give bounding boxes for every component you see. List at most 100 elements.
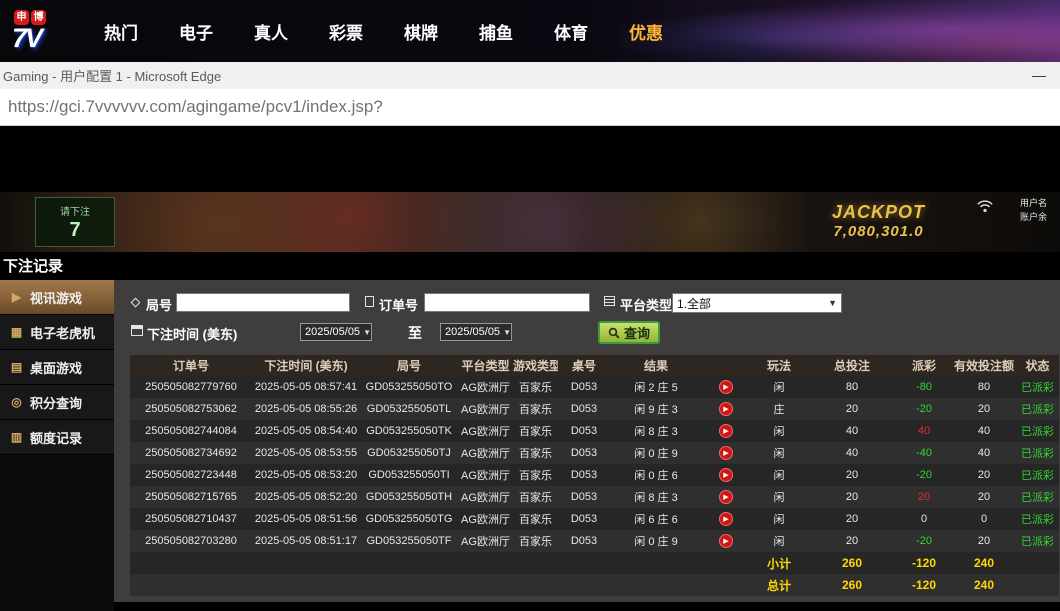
column-header: 结果 — [610, 355, 702, 376]
play-type-cell: 庄 — [750, 398, 808, 420]
nav-item-优惠[interactable]: 优惠 — [629, 19, 663, 44]
nav-item-体育[interactable]: 体育 — [554, 19, 588, 44]
payout-cell: 20 — [896, 486, 952, 508]
platform-cell: AG欧洲厅 — [458, 464, 513, 486]
records-table: 订单号下注时间 (美东)局号平台类型游戏类型桌号结果玩法总投注派彩有效投注额状态… — [130, 355, 1059, 596]
empty-cell — [610, 552, 702, 574]
bet-prompt-label: 请下注 — [36, 203, 114, 218]
date-to-select[interactable]: 2025/05/05 ▼ — [440, 323, 512, 341]
status-cell: 已派彩 — [1016, 398, 1059, 420]
bet-timer-box: 请下注 7 — [35, 197, 115, 247]
empty-cell — [1016, 574, 1059, 596]
sidebar-item-label: 桌面游戏 — [30, 358, 82, 377]
valid-bet-cell: 40 — [952, 420, 1016, 442]
platform-cell: AG欧洲厅 — [458, 530, 513, 552]
game-cell: 百家乐 — [513, 398, 558, 420]
bet-cell: 40 — [808, 442, 896, 464]
empty-cell — [360, 574, 458, 596]
nav-item-彩票[interactable]: 彩票 — [329, 19, 363, 44]
platform-label: 平台类型 — [620, 295, 672, 314]
valid-bet-cell: 20 — [952, 398, 1016, 420]
play-replay-icon[interactable]: ▶ — [719, 424, 733, 438]
status-cell: 已派彩 — [1016, 376, 1059, 398]
sidebar-item-额度记录[interactable]: ▥额度记录 — [0, 420, 114, 455]
table-no-cell: D053 — [558, 530, 610, 552]
play-replay-icon[interactable]: ▶ — [719, 446, 733, 460]
result-cell: 闲 9 庄 3 — [610, 398, 702, 420]
round-cell: GD053255050TG — [360, 508, 458, 530]
empty-cell — [130, 574, 252, 596]
jackpot-display: JACKPOT 7,080,301.0 — [832, 202, 925, 240]
status-cell: 已派彩 — [1016, 508, 1059, 530]
sidebar-item-label: 额度记录 — [30, 428, 82, 447]
live-game-strip: 请下注 7 JACKPOT 7,080,301.0 用户名 账户余 — [0, 192, 1060, 252]
round-cell: GD053255050TJ — [360, 442, 458, 464]
result-cell: 闲 6 庄 6 — [610, 508, 702, 530]
time-cell: 2025-05-05 08:55:26 — [252, 398, 360, 420]
order-input[interactable] — [424, 293, 590, 312]
valid-bet-cell: 20 — [952, 486, 1016, 508]
sidebar-item-label: 积分查询 — [30, 393, 82, 412]
empty-cell — [558, 574, 610, 596]
game-stage: 请下注 7 JACKPOT 7,080,301.0 用户名 账户余 下注记录 — [0, 126, 1060, 280]
search-button[interactable]: 查询 — [598, 321, 660, 344]
payout-cell: -20 — [896, 530, 952, 552]
nav-item-捕鱼[interactable]: 捕鱼 — [479, 19, 513, 44]
date-from-select[interactable]: 2025/05/05 ▼ — [300, 323, 372, 341]
valid-bet-cell: 0 — [952, 508, 1016, 530]
round-cell: GD053255050TL — [360, 398, 458, 420]
order-cell: 250505082779760 — [130, 376, 252, 398]
play-type-cell: 闲 — [750, 508, 808, 530]
time-cell: 2025-05-05 08:51:56 — [252, 508, 360, 530]
sidebar: ▶视讯游戏▦电子老虎机▤桌面游戏◎积分查询▥额度记录 — [0, 280, 114, 611]
status-cell: 已派彩 — [1016, 486, 1059, 508]
sum-label-cell: 小计 — [750, 552, 808, 574]
sidebar-item-桌面游戏[interactable]: ▤桌面游戏 — [0, 350, 114, 385]
url-text[interactable]: https://gci.7vvvvvv.com/agingame/pcv1/in… — [8, 97, 383, 117]
play-replay-icon[interactable]: ▶ — [719, 468, 733, 482]
date-to-value: 2025/05/05 — [445, 326, 500, 338]
play-replay-icon[interactable]: ▶ — [719, 512, 733, 526]
column-header: 总投注 — [808, 355, 896, 376]
round-cell: GD053255050TK — [360, 420, 458, 442]
sidebar-item-电子老虎机[interactable]: ▦电子老虎机 — [0, 315, 114, 350]
play-replay-icon[interactable]: ▶ — [719, 534, 733, 548]
table-no-cell: D053 — [558, 420, 610, 442]
play-type-cell: 闲 — [750, 442, 808, 464]
search-button-label: 查询 — [624, 323, 650, 342]
minimize-button[interactable]: — — [1032, 62, 1046, 89]
replay-cell: ▶ — [702, 420, 750, 442]
round-cell: GD053255050TO — [360, 376, 458, 398]
bet-cell: 40 — [808, 420, 896, 442]
round-tag-icon — [131, 298, 141, 308]
table-row: 2505050827440842025-05-05 08:54:40GD0532… — [130, 420, 1059, 442]
nav-item-真人[interactable]: 真人 — [254, 19, 288, 44]
status-cell: 已派彩 — [1016, 530, 1059, 552]
replay-cell: ▶ — [702, 508, 750, 530]
empty-cell — [458, 574, 513, 596]
empty-cell — [702, 574, 750, 596]
table-row: 2505050827234482025-05-05 08:53:20GD0532… — [130, 464, 1059, 486]
replay-cell: ▶ — [702, 442, 750, 464]
column-header: 状态 — [1016, 355, 1059, 376]
sidebar-item-视讯游戏[interactable]: ▶视讯游戏 — [0, 280, 114, 315]
platform-select[interactable]: 1.全部 ▼ — [672, 293, 842, 313]
round-cell: GD053255050TH — [360, 486, 458, 508]
site-logo[interactable]: 申 博 7V — [12, 10, 74, 52]
play-type-cell: 闲 — [750, 420, 808, 442]
replay-cell: ▶ — [702, 376, 750, 398]
nav-item-棋牌[interactable]: 棋牌 — [404, 19, 438, 44]
sum-label-cell: 总计 — [750, 574, 808, 596]
column-header: 局号 — [360, 355, 458, 376]
platform-cell: AG欧洲厅 — [458, 376, 513, 398]
logo-text: 7V — [12, 25, 74, 52]
nav-item-电子[interactable]: 电子 — [179, 19, 213, 44]
sidebar-item-积分查询[interactable]: ◎积分查询 — [0, 385, 114, 420]
play-replay-icon[interactable]: ▶ — [719, 490, 733, 504]
nav-item-热门[interactable]: 热门 — [104, 19, 138, 44]
result-cell: 闲 2 庄 5 — [610, 376, 702, 398]
screen: 申 博 7V 热门电子真人彩票棋牌捕鱼体育优惠 Gaming - 用户配置 1 … — [0, 0, 1060, 611]
play-replay-icon[interactable]: ▶ — [719, 402, 733, 416]
round-input[interactable] — [176, 293, 350, 312]
play-replay-icon[interactable]: ▶ — [719, 380, 733, 394]
